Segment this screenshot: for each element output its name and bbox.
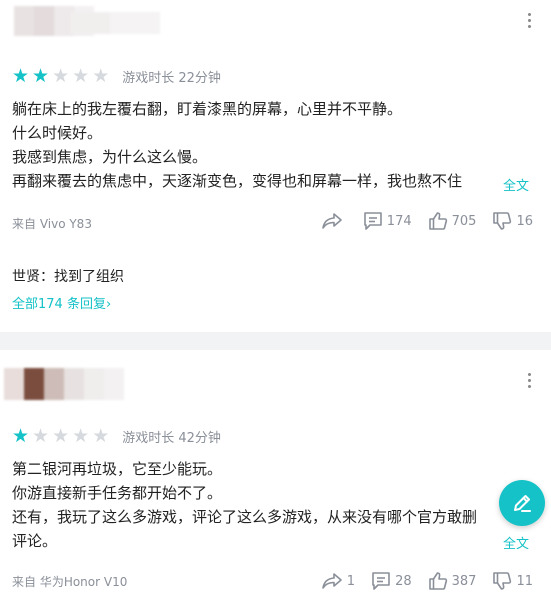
- star-icon: ★: [32, 425, 50, 447]
- device-label: 来自 华为Honor V10: [12, 575, 128, 589]
- review-line: 躺在床上的我左覆右翻，盯着漆黑的屏幕，心里并不平静。: [12, 100, 403, 118]
- comment-button[interactable]: 174: [363, 211, 412, 231]
- star-icon: ★: [52, 65, 70, 87]
- share-button[interactable]: 1: [321, 571, 355, 591]
- expand-full-text-link[interactable]: 全文: [503, 533, 529, 552]
- more-options-button[interactable]: [519, 368, 539, 392]
- thumbs-up-icon: [428, 212, 447, 230]
- star-icon: ★: [12, 65, 30, 87]
- more-vertical-icon: [527, 372, 531, 376]
- review-line: 再翻来覆去的焦虑中，天逐渐变色，变得也和屏幕一样，我也熬不住: [12, 172, 463, 190]
- star-rating: ★ ★ ★ ★ ★: [12, 427, 112, 446]
- like-button[interactable]: 705: [428, 211, 477, 231]
- comment-count: 28: [395, 573, 412, 589]
- more-vertical-icon: [527, 12, 531, 16]
- review-text[interactable]: 躺在床上的我左覆右翻，盯着漆黑的屏幕，心里并不平静。 什么时候好。 我感到焦虑，…: [12, 97, 492, 193]
- star-icon: ★: [92, 425, 110, 447]
- review-line: 第二银河再垃圾，它至少能玩。: [12, 460, 223, 478]
- review-line: 你游直接新手任务都开始不了。: [12, 484, 223, 502]
- reply-text: 找到了组织: [54, 269, 124, 285]
- username[interactable]: [70, 12, 160, 34]
- dislike-button[interactable]: 16: [492, 211, 533, 231]
- review-card: ★ ★ ★ ★ ★ 游戏时长 22分钟 躺在床上的我左覆右翻，盯着漆黑的屏幕，心里并不平…: [0, 0, 551, 332]
- star-icon: ★: [12, 425, 30, 447]
- reply-separator: ：: [40, 269, 54, 285]
- star-rating: ★ ★ ★ ★ ★: [12, 67, 112, 86]
- thumbs-down-icon: [493, 572, 512, 590]
- like-count: 387: [451, 573, 477, 589]
- rating: ★ ★ ★ ★ ★ 游戏时长 22分钟: [12, 67, 221, 87]
- like-button[interactable]: 387: [428, 571, 477, 591]
- device-label: 来自 Vivo Y83: [12, 217, 92, 231]
- comment-button[interactable]: 28: [371, 571, 412, 591]
- review-text[interactable]: 第二银河再垃圾，它至少能玩。 你游直接新手任务都开始不了。 还有，我玩了这么多游…: [12, 457, 492, 553]
- thumbs-up-icon: [428, 572, 447, 590]
- review-line: 评论。: [12, 532, 58, 550]
- comment-count: 174: [386, 213, 412, 229]
- review-actions: 174 705 16: [305, 211, 533, 231]
- reply-author[interactable]: 世贤: [12, 269, 40, 285]
- reply-preview[interactable]: 世贤：找到了组织: [12, 266, 124, 286]
- playtime: 游戏时长 22分钟: [122, 71, 221, 86]
- write-review-button[interactable]: [499, 480, 545, 526]
- like-count: 705: [451, 213, 477, 229]
- dislike-count: 11: [516, 573, 533, 589]
- comment-icon: [372, 572, 390, 590]
- star-icon: ★: [52, 425, 70, 447]
- avatar[interactable]: [4, 368, 124, 400]
- review-line: 我感到焦虑，为什么这么慢。: [12, 148, 208, 166]
- share-icon: [321, 573, 342, 589]
- star-icon: ★: [72, 425, 90, 447]
- expand-full-text-link[interactable]: 全文: [503, 175, 529, 194]
- edit-pen-icon: [514, 495, 531, 512]
- share-count: 1: [346, 573, 356, 589]
- all-replies-link[interactable]: 全部174 条回复›: [12, 293, 111, 312]
- share-button[interactable]: [321, 211, 347, 231]
- all-replies-label: 全部174 条回复: [12, 297, 106, 312]
- review-line: 还有，我玩了这么多游戏，评论了这么多游戏，从来没有哪个官方敢删: [12, 508, 478, 526]
- dislike-count: 16: [516, 213, 533, 229]
- chevron-right-icon: ›: [105, 297, 112, 312]
- review-card: ★ ★ ★ ★ ★ 游戏时长 42分钟 第二银河再垃圾，它至少能玩。 你游直接新手任务都…: [0, 350, 551, 602]
- playtime: 游戏时长 42分钟: [122, 431, 221, 446]
- comment-icon: [363, 212, 382, 230]
- star-icon: ★: [72, 65, 90, 87]
- dislike-button[interactable]: 11: [492, 571, 533, 591]
- review-line: 什么时候好。: [12, 124, 103, 142]
- share-icon: [321, 213, 342, 229]
- more-options-button[interactable]: [519, 8, 539, 32]
- star-icon: ★: [92, 65, 110, 87]
- star-icon: ★: [32, 65, 50, 87]
- thumbs-down-icon: [493, 212, 512, 230]
- rating: ★ ★ ★ ★ ★ 游戏时长 42分钟: [12, 427, 221, 447]
- review-actions: 1 28 387 11: [305, 571, 533, 591]
